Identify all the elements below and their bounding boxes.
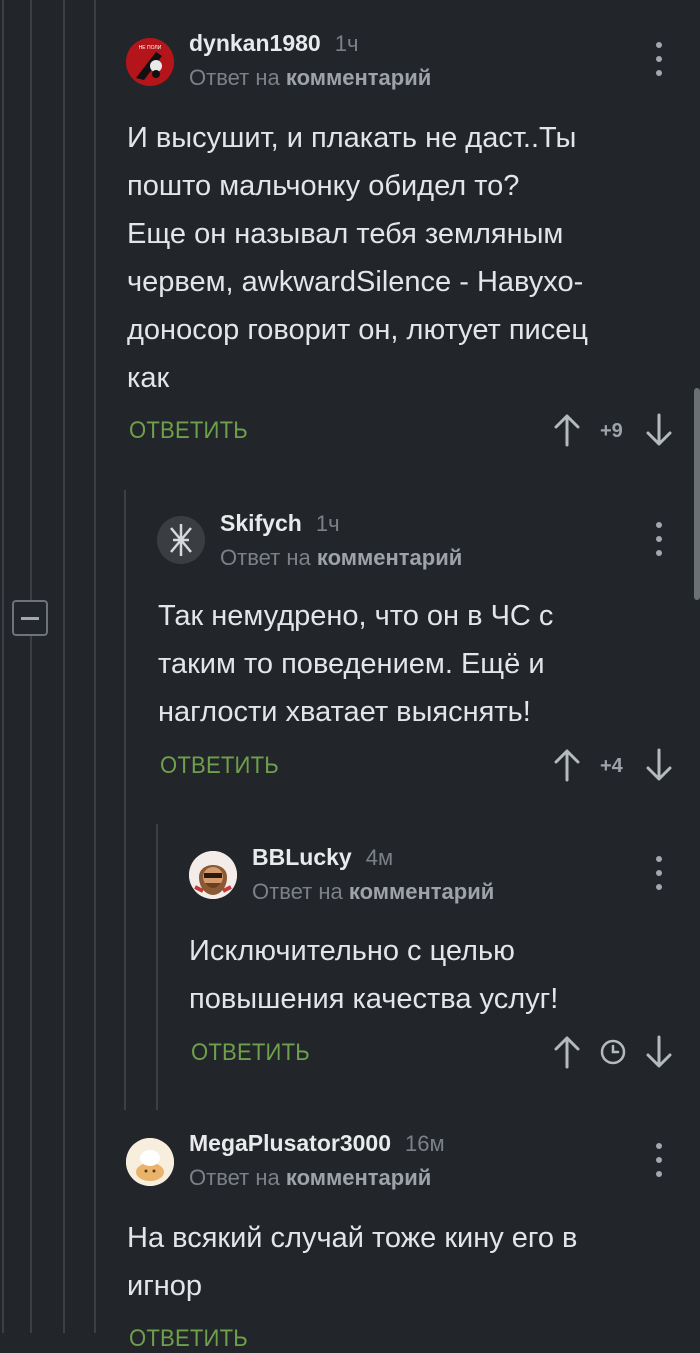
avatar[interactable] (126, 1138, 174, 1186)
author-name[interactable]: MegaPlusator3000 16м (189, 1130, 445, 1157)
author-name[interactable]: Skifych 1ч (220, 510, 340, 537)
comment-text: Исключительно с целью повышения качества… (189, 927, 558, 1023)
rating: +4 (600, 755, 623, 777)
avatar-image (189, 851, 237, 899)
upvote-arrow-icon[interactable] (552, 413, 582, 447)
timestamp: 16м (404, 1131, 445, 1156)
comment-text: И высушит, и плакать не даст..Ты пошто м… (127, 114, 588, 402)
avatar[interactable]: НЕ ПОЛИ (126, 38, 174, 86)
avatar-image: НЕ ПОЛИ (126, 38, 174, 86)
reply-to: Ответ на комментарий (189, 65, 431, 91)
parent-comment-link[interactable]: комментарий (286, 65, 431, 90)
text-line: как (127, 362, 170, 394)
text-line: Еще он называл тебя земляным (127, 218, 564, 250)
timestamp: 1ч (334, 31, 359, 56)
avatar-image (157, 516, 205, 564)
more-dots-icon[interactable] (654, 522, 664, 556)
text-line: И высушит, и плакать не даст..Ты (127, 122, 577, 154)
comment-text: Так немудрено, что он в ЧС с таким то по… (158, 592, 553, 736)
comment-4: MegaPlusator3000 16м Ответ на комментарий… (0, 1110, 700, 1352)
text-line: Исключительно с целью (189, 935, 515, 967)
reply-to: Ответ на комментарий (189, 1165, 431, 1191)
reply-prefix: Ответ на (252, 879, 343, 904)
author-name[interactable]: dynkan1980 1ч (189, 30, 358, 57)
text-line: игнор (127, 1270, 203, 1302)
avatar-text: НЕ ПОЛИ (139, 45, 162, 51)
text-line: повышения качества услуг! (189, 983, 559, 1015)
text-line: червем, awkwardSilence - Навухо- (127, 266, 584, 298)
parent-comment-link[interactable]: комментарий (349, 879, 494, 904)
avatar[interactable] (189, 851, 237, 899)
text-line: Так немудрено, что он в ЧС с (158, 600, 554, 632)
text-line: наглости хватает выяснять! (158, 696, 531, 728)
avatar[interactable] (157, 516, 205, 564)
reply-button[interactable]: ОТВЕТИТЬ (129, 1325, 248, 1353)
text-line: На всякий случай тоже кину его в (127, 1222, 578, 1254)
text-line: доносор говорит он, лютует писец (127, 314, 588, 346)
reply-button[interactable]: ОТВЕТИТЬ (160, 752, 279, 780)
parent-comment-link[interactable]: комментарий (317, 545, 462, 570)
author-label[interactable]: BBLucky (252, 844, 352, 870)
reply-button[interactable]: ОТВЕТИТЬ (191, 1039, 310, 1067)
comment-2: Skifych 1ч Ответ на комментарий Так немуд… (0, 490, 700, 810)
avatar-image (126, 1138, 174, 1186)
comment-3: BBLucky 4м Ответ на комментарий Исключите… (0, 824, 700, 1084)
upvote-arrow-icon[interactable] (552, 1035, 582, 1069)
upvote-arrow-icon[interactable] (552, 748, 582, 782)
parent-comment-link[interactable]: комментарий (286, 1165, 431, 1190)
downvote-arrow-icon[interactable] (644, 413, 674, 447)
reply-prefix: Ответ на (189, 65, 280, 90)
text-line: пошто мальчонку обидел то? (127, 170, 520, 202)
comment-text: На всякий случай тоже кину его в игнор (127, 1214, 577, 1310)
reply-prefix: Ответ на (189, 1165, 280, 1190)
more-dots-icon[interactable] (654, 856, 664, 890)
reply-button[interactable]: ОТВЕТИТЬ (129, 417, 248, 445)
author-label[interactable]: MegaPlusator3000 (189, 1130, 391, 1156)
author-label[interactable]: dynkan1980 (189, 30, 321, 56)
reply-to: Ответ на комментарий (252, 879, 494, 905)
more-dots-icon[interactable] (654, 1143, 664, 1177)
reply-prefix: Ответ на (220, 545, 311, 570)
clock-icon (600, 1039, 626, 1065)
downvote-arrow-icon[interactable] (644, 748, 674, 782)
more-dots-icon[interactable] (654, 42, 664, 76)
downvote-arrow-icon[interactable] (644, 1035, 674, 1069)
author-label[interactable]: Skifych (220, 510, 302, 536)
text-line: таким то поведением. Ещё и (158, 648, 545, 680)
author-name[interactable]: BBLucky 4м (252, 844, 393, 871)
reply-to: Ответ на комментарий (220, 545, 462, 571)
timestamp: 4м (365, 845, 394, 870)
rating: +9 (600, 420, 623, 442)
comment-1: НЕ ПОЛИ dynkan1980 1ч Ответ на комментари… (0, 0, 700, 460)
timestamp: 1ч (315, 511, 340, 536)
